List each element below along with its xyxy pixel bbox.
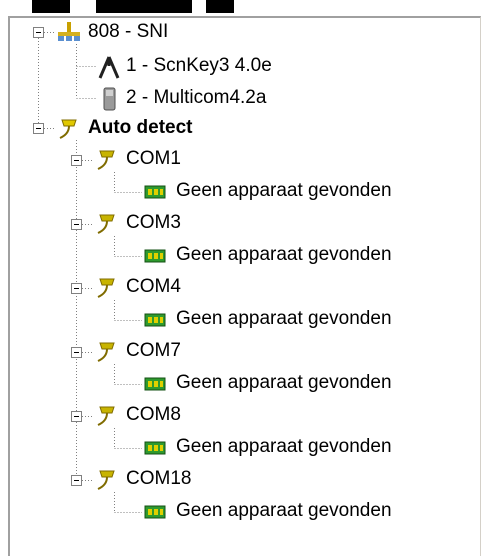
tree-item-status-label[interactable]: Geen apparaat gevonden xyxy=(176,434,392,460)
serial-connector-icon xyxy=(59,119,77,139)
tree-item-port-label[interactable]: COM3 xyxy=(126,210,181,236)
tree-item-port-label[interactable]: COM1 xyxy=(126,146,181,172)
circuit-board-icon xyxy=(144,441,166,455)
tree-item-root-label[interactable]: 808 - SNI xyxy=(88,19,168,45)
collapse-toggle-com18[interactable] xyxy=(71,475,82,486)
tree-connector-lines xyxy=(38,32,142,513)
tree-item-status-label[interactable]: Geen apparaat gevonden xyxy=(176,498,392,524)
circuit-board-icon xyxy=(144,185,166,199)
tree-item-scnkey-label[interactable]: 1 - ScnKey3 4.0e xyxy=(126,53,272,79)
circuit-board-icon xyxy=(144,377,166,391)
circuit-board-icon xyxy=(144,313,166,327)
tree-item-status-label[interactable]: Geen apparaat gevonden xyxy=(176,242,392,268)
collapse-toggle-com8[interactable] xyxy=(71,411,82,422)
serial-port-icon xyxy=(97,342,115,362)
scanner-tripod-icon xyxy=(98,56,120,79)
tree-item-status-label[interactable]: Geen apparaat gevonden xyxy=(176,370,392,396)
collapse-toggle-com3[interactable] xyxy=(71,219,82,230)
collapse-toggle-com4[interactable] xyxy=(71,283,82,294)
network-icon xyxy=(58,22,80,41)
serial-port-icon xyxy=(97,150,115,170)
collapse-toggle-root[interactable] xyxy=(33,27,44,38)
serial-port-icon xyxy=(97,214,115,234)
tree-item-multicom-label[interactable]: 2 - Multicom4.2a xyxy=(126,85,266,111)
circuit-board-icon xyxy=(144,505,166,519)
serial-port-icon xyxy=(97,470,115,490)
tree-item-port-label[interactable]: COM18 xyxy=(126,466,191,492)
handheld-device-icon xyxy=(103,87,116,111)
tree-item-status-label[interactable]: Geen apparaat gevonden xyxy=(176,306,392,332)
collapse-toggle-com1[interactable] xyxy=(71,155,82,166)
tree-item-port-label[interactable]: COM7 xyxy=(126,338,181,364)
circuit-board-icon xyxy=(144,249,166,263)
tree-item-port-label[interactable]: COM8 xyxy=(126,402,181,428)
serial-port-icon xyxy=(97,278,115,298)
serial-port-icon xyxy=(97,406,115,426)
collapse-toggle-com7[interactable] xyxy=(71,347,82,358)
tree-item-auto-detect-label[interactable]: Auto detect xyxy=(88,115,193,141)
tree-item-status-label[interactable]: Geen apparaat gevonden xyxy=(176,178,392,204)
collapse-toggle-auto-detect[interactable] xyxy=(33,123,44,134)
tree-item-port-label[interactable]: COM4 xyxy=(126,274,181,300)
